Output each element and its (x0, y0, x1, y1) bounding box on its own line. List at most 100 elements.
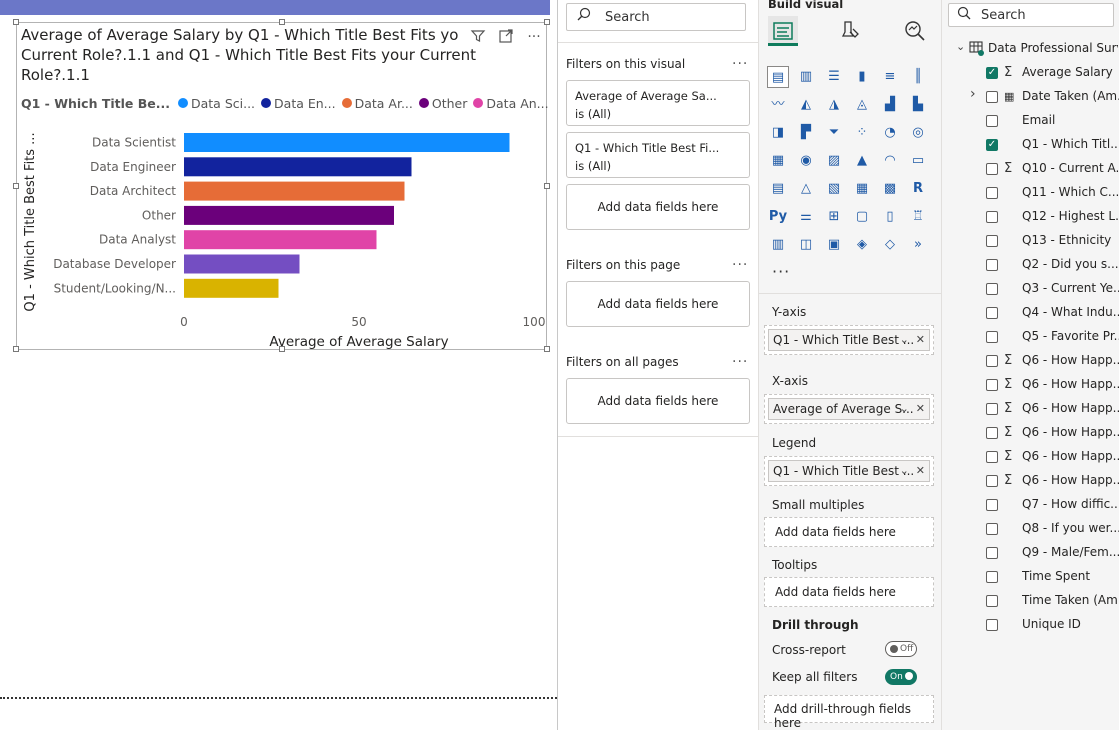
build-visual-tab[interactable] (768, 16, 798, 46)
multi-row-card-icon[interactable]: ▤ (767, 178, 789, 200)
legend-field-pill[interactable]: Q1 - Which Title Best ... ⌄ ✕ (768, 460, 930, 482)
resize-handle[interactable] (13, 346, 19, 352)
field-checkbox[interactable]: ✓ (986, 139, 998, 151)
power-automate-icon[interactable]: ▣ (823, 234, 845, 256)
resize-handle[interactable] (544, 183, 550, 189)
field-checkbox[interactable] (986, 115, 998, 127)
bar[interactable] (184, 230, 377, 250)
more-options-icon[interactable]: ··· (732, 257, 748, 273)
focus-mode-icon[interactable] (497, 28, 515, 46)
100-column-chart-icon[interactable]: ║ (907, 66, 929, 88)
legend-item[interactable]: Data An... (473, 96, 549, 111)
field-checkbox[interactable] (986, 379, 998, 391)
field-row[interactable]: Σ Q6 - How Happ... (942, 397, 1119, 421)
y-axis-well[interactable]: Q1 - Which Title Best ... ⌄ ✕ (764, 325, 934, 355)
more-options-icon[interactable]: ··· (732, 354, 748, 370)
chevron-down-icon[interactable]: ⌄ (956, 40, 965, 53)
filter-card-average-salary[interactable]: Average of Average Sa... is (All) (566, 80, 750, 126)
clustered-column-chart-icon[interactable]: ▮ (851, 66, 873, 88)
field-checkbox[interactable] (986, 451, 998, 463)
slicer-icon[interactable]: ▧ (823, 178, 845, 200)
keep-all-filters-toggle[interactable]: On (885, 669, 917, 685)
100-bar-chart-icon[interactable]: ≡ (879, 66, 901, 88)
chevron-right-icon[interactable]: › (970, 86, 976, 102)
field-row[interactable]: Q3 - Current Ye... (942, 277, 1119, 301)
python-visual-icon[interactable]: Py (767, 206, 789, 228)
resize-handle[interactable] (13, 183, 19, 189)
legend-item[interactable]: Data Sci... (178, 96, 255, 111)
field-row[interactable]: Q8 - If you wer... (942, 517, 1119, 541)
field-row[interactable]: › ▦ Date Taken (Am... (942, 85, 1119, 109)
field-checkbox[interactable] (986, 91, 998, 103)
add-page-filter-dropzone[interactable]: Add data fields here (566, 281, 750, 327)
more-options-icon[interactable]: ··· (732, 56, 748, 72)
field-checkbox[interactable] (986, 547, 998, 559)
bar-chart-visual[interactable]: Average of Average Salary by Q1 - Which … (16, 22, 566, 350)
stacked-bar-chart-icon[interactable]: ▤ (767, 66, 789, 88)
field-checkbox[interactable] (986, 595, 998, 607)
field-checkbox[interactable] (986, 283, 998, 295)
field-row[interactable]: Q4 - What Indu... (942, 301, 1119, 325)
power-apps-icon[interactable]: ◫ (795, 234, 817, 256)
field-checkbox[interactable] (986, 523, 998, 535)
field-row[interactable]: ✓ Q1 - Which Titl... (942, 133, 1119, 157)
map-icon[interactable]: ◉ (795, 150, 817, 172)
decomposition-tree-icon[interactable]: ⊞ (823, 206, 845, 228)
bar[interactable] (184, 181, 405, 201)
field-row[interactable]: Σ Q10 - Current A... (942, 157, 1119, 181)
card-icon[interactable]: ▭ (907, 150, 929, 172)
paginated-report-icon[interactable]: ▥ (767, 234, 789, 256)
filter-icon[interactable] (469, 28, 487, 46)
tooltips-well[interactable]: Add data fields here (764, 577, 934, 607)
table-node[interactable]: ⌄ Data Professional Surv... (942, 37, 1119, 61)
scatter-chart-icon[interactable]: ⁘ (851, 122, 873, 144)
ribbon-chart-icon[interactable]: ◨ (767, 122, 789, 144)
drill-through-well[interactable]: Add drill-through fields here (764, 695, 934, 730)
field-checkbox[interactable] (986, 427, 998, 439)
field-row[interactable]: Σ Q6 - How Happ... (942, 445, 1119, 469)
donut-chart-icon[interactable]: ◎ (907, 122, 929, 144)
field-row[interactable]: Q11 - Which C... (942, 181, 1119, 205)
key-influencers-icon[interactable]: ⚌ (795, 206, 817, 228)
resize-handle[interactable] (279, 346, 285, 352)
matrix-icon[interactable]: ▩ (879, 178, 901, 200)
field-checkbox[interactable] (986, 211, 998, 223)
filled-map-icon[interactable]: ▨ (823, 150, 845, 172)
field-row[interactable]: Q7 - How diffic... (942, 493, 1119, 517)
clustered-bar-chart-icon[interactable]: ☰ (823, 66, 845, 88)
resize-handle[interactable] (279, 19, 285, 25)
waterfall-chart-icon[interactable]: ▛ (795, 122, 817, 144)
legend-item[interactable]: Other (418, 96, 467, 111)
custom-visual-icon[interactable]: ◈ (851, 234, 873, 256)
funnel-chart-icon[interactable]: ⏷ (823, 122, 845, 144)
pie-chart-icon[interactable]: ◔ (879, 122, 901, 144)
add-report-filter-dropzone[interactable]: Add data fields here (566, 378, 750, 424)
format-visual-icon[interactable] (835, 16, 865, 46)
field-row[interactable]: Σ Q6 - How Happ... (942, 469, 1119, 493)
field-checkbox[interactable] (986, 355, 998, 367)
field-row[interactable]: Σ Q6 - How Happ... (942, 349, 1119, 373)
chevron-down-close-icon[interactable]: ⌄ ✕ (900, 330, 925, 350)
field-row[interactable]: Q9 - Male/Fem... (942, 541, 1119, 565)
bar[interactable] (184, 205, 394, 225)
stacked-area-chart-icon[interactable]: ◮ (823, 94, 845, 116)
filters-search-input[interactable]: Search (566, 3, 746, 31)
field-checkbox[interactable] (986, 571, 998, 583)
field-row[interactable]: Q5 - Favorite Pr... (942, 325, 1119, 349)
treemap-icon[interactable]: ▦ (767, 150, 789, 172)
field-row[interactable]: Q12 - Highest L... (942, 205, 1119, 229)
x-axis-field-pill[interactable]: Average of Average S... ⌄ ✕ (768, 398, 930, 420)
field-row[interactable]: Q2 - Did you s... (942, 253, 1119, 277)
field-checkbox[interactable] (986, 187, 998, 199)
add-visual-filter-dropzone[interactable]: Add data fields here (566, 184, 750, 230)
power-automate-flow-icon[interactable]: » (907, 234, 929, 256)
bar[interactable] (184, 133, 510, 152)
field-checkbox[interactable] (986, 619, 998, 631)
field-row[interactable]: Q13 - Ethnicity (942, 229, 1119, 253)
field-checkbox[interactable] (986, 499, 998, 511)
bar[interactable] (184, 254, 300, 274)
combo-chart-icon[interactable]: ▙ (907, 94, 929, 116)
line-chart-icon[interactable]: 〰 (767, 94, 789, 116)
field-checkbox[interactable] (986, 259, 998, 271)
resize-handle[interactable] (544, 19, 550, 25)
